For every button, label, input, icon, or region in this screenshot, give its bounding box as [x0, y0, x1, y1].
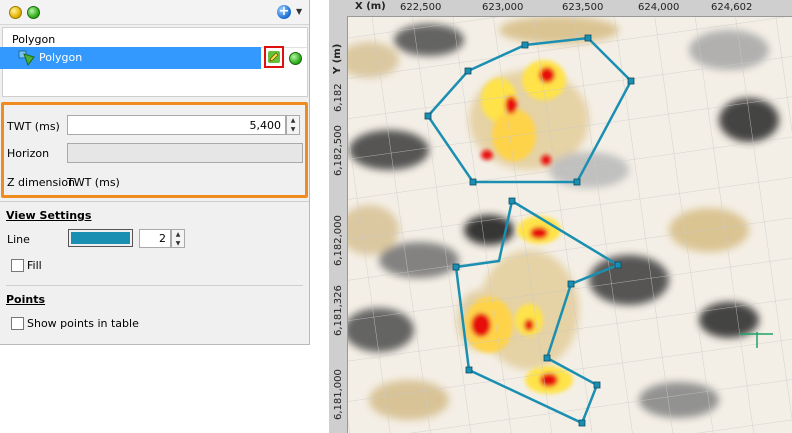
spin-down-icon[interactable]: ▼ — [172, 239, 184, 248]
x-axis-title: X (m) — [355, 1, 386, 12]
x-axis: X (m) 622,500 623,000 623,500 624,000 62… — [329, 0, 792, 17]
green-status-icon[interactable] — [27, 6, 40, 19]
line-color-fill — [71, 232, 130, 244]
map-canvas[interactable] — [329, 0, 792, 433]
spin-down-icon[interactable]: ▼ — [287, 125, 299, 134]
line-label: Line — [7, 233, 30, 246]
twt-input[interactable]: 5,400 — [67, 115, 286, 135]
twt-stepper[interactable]: ▲ ▼ — [286, 115, 300, 135]
horizon-label: Horizon — [7, 147, 50, 160]
add-icon[interactable]: + — [277, 5, 291, 19]
twt-label: TWT (ms) — [7, 120, 60, 133]
polygon-panel: + ▼ Polygon Polygon TWT (ms) 5,400 ▲ ▼ H… — [0, 0, 310, 345]
y-tick: 6,181,326 — [333, 285, 344, 336]
list-item-polygon[interactable]: Polygon — [0, 47, 261, 69]
divider — [0, 201, 309, 202]
divider — [6, 285, 303, 286]
y-tick: 6,181,000 — [333, 369, 344, 420]
y-tick: 6,182,000 — [333, 215, 344, 266]
x-tick: 623,500 — [562, 2, 604, 13]
points-title: Points — [6, 293, 46, 306]
edit-polygon-button[interactable] — [264, 46, 284, 68]
x-tick: 622,500 — [400, 2, 442, 13]
y-axis: Y (m) 6,182 6,182,500 6,182,000 6,181,32… — [329, 16, 348, 433]
chevron-down-icon[interactable]: ▼ — [296, 7, 302, 16]
zdim-label: Z dimension — [7, 176, 76, 189]
pencil-icon — [268, 51, 280, 63]
list-item-label: Polygon — [39, 51, 83, 64]
horizon-field[interactable] — [67, 143, 303, 163]
line-width-input[interactable]: 2 — [139, 229, 171, 248]
show-points-label: Show points in table — [27, 317, 139, 330]
spin-up-icon[interactable]: ▲ — [172, 230, 184, 239]
zdim-value: TWT (ms) — [67, 176, 120, 189]
x-tick: 623,000 — [482, 2, 524, 13]
spin-up-icon[interactable]: ▲ — [287, 116, 299, 125]
y-tick: 6,182 — [333, 83, 344, 112]
list-header: Polygon — [12, 33, 56, 46]
show-points-checkbox[interactable] — [11, 317, 24, 330]
y-tick: 6,182,500 — [333, 125, 344, 176]
visibility-status-icon[interactable] — [289, 52, 302, 65]
fill-label: Fill — [27, 259, 42, 272]
x-tick: 624,602 — [711, 2, 753, 13]
yellow-status-icon[interactable] — [9, 6, 22, 19]
y-axis-title: Y (m) — [332, 43, 343, 74]
x-tick: 624,000 — [638, 2, 680, 13]
seismic-map — [329, 0, 792, 433]
fill-checkbox[interactable] — [11, 259, 24, 272]
panel-toolbar: + ▼ — [0, 0, 309, 25]
line-width-stepper[interactable]: ▲ ▼ — [171, 229, 185, 248]
line-color-swatch[interactable] — [68, 229, 133, 247]
polygon-icon — [18, 50, 35, 66]
view-settings-title: View Settings — [6, 209, 92, 222]
